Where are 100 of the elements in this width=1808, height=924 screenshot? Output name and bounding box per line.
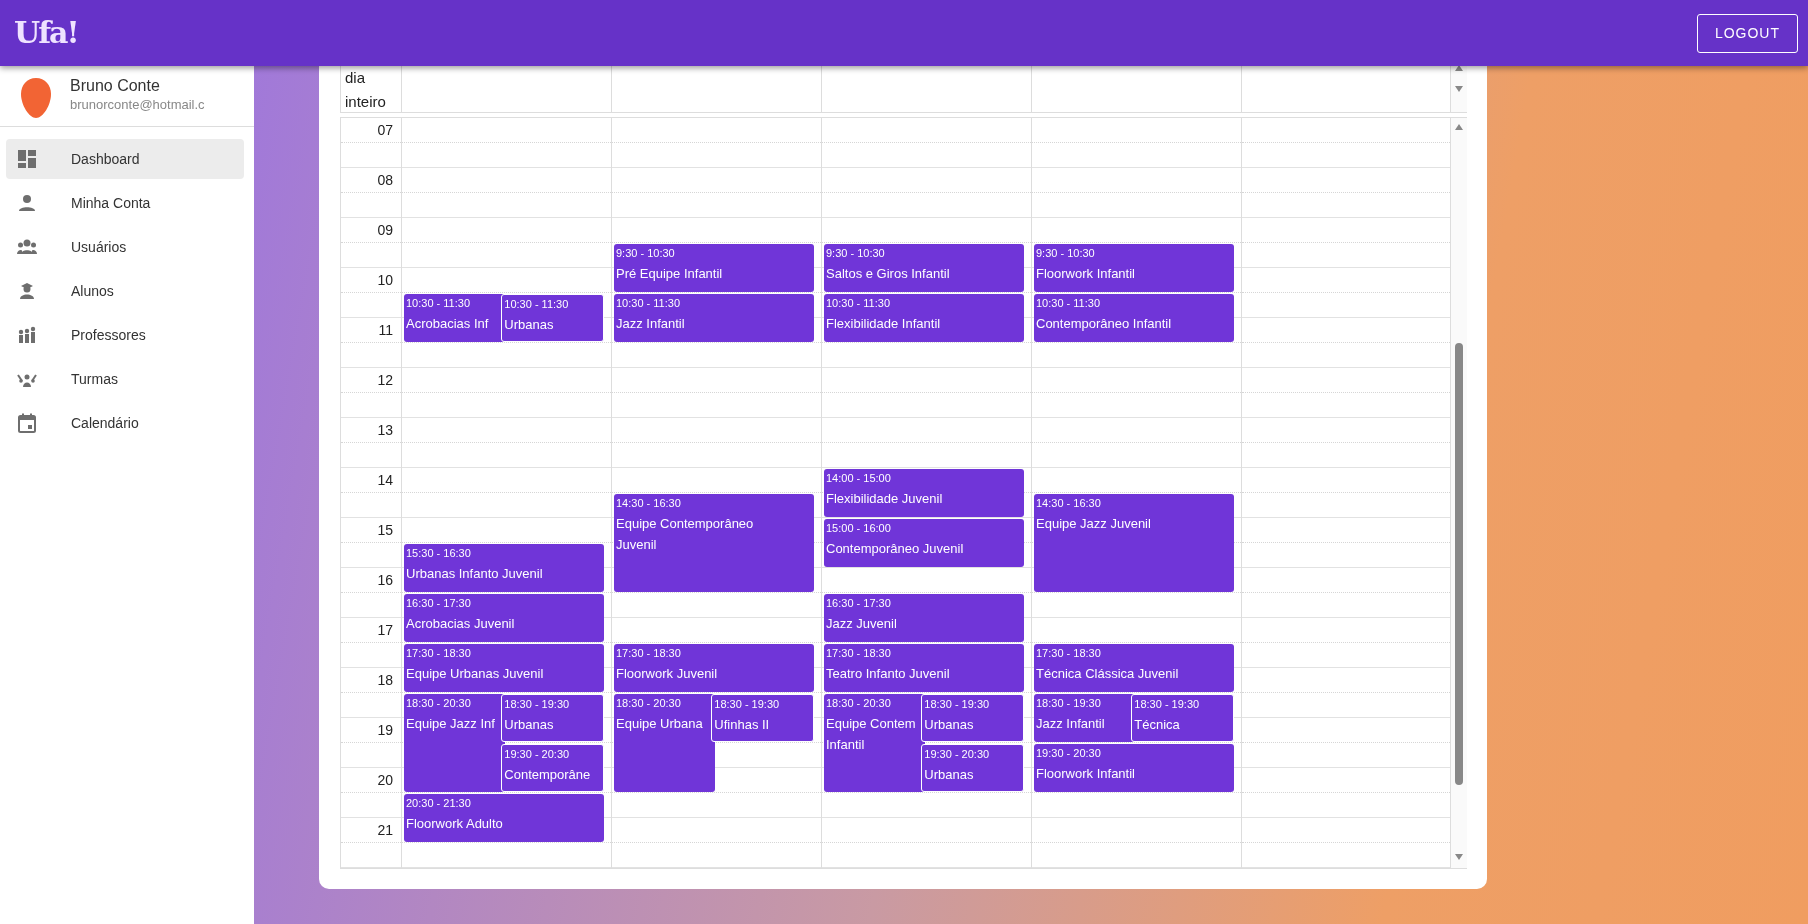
event-time: 18:30 - 20:30 bbox=[616, 696, 682, 711]
event-time: 19:30 - 20:30 bbox=[1036, 746, 1102, 761]
scroll-up-icon[interactable] bbox=[1454, 123, 1464, 131]
scroll-down-icon[interactable] bbox=[1454, 853, 1464, 861]
event-title: Técnica bbox=[1134, 716, 1181, 734]
scroll-down-icon[interactable] bbox=[1454, 85, 1464, 93]
event-time: 18:30 - 19:30 bbox=[714, 697, 781, 712]
calendar-event[interactable]: 20:30 - 21:30 Floorwork Adulto bbox=[404, 794, 604, 842]
event-title: Floorwork Infantil bbox=[1036, 265, 1136, 283]
sidebar-item[interactable]: Alunos bbox=[6, 271, 244, 311]
sidebar-item[interactable]: Usuários bbox=[6, 227, 244, 267]
sidebar-item[interactable]: Minha Conta bbox=[6, 183, 244, 223]
calendar-event[interactable]: 18:30 - 19:30 Jazz Infantil bbox=[1034, 694, 1135, 742]
user-name: Bruno Conte bbox=[70, 76, 161, 96]
calendar-event[interactable]: 14:00 - 15:00 Flexibilidade Juvenil bbox=[824, 469, 1024, 517]
calendar-event[interactable]: 10:30 - 11:30 Flexibilidade Infantil bbox=[824, 294, 1024, 342]
event-time: 15:30 - 16:30 bbox=[406, 546, 472, 561]
calendar-event[interactable]: 17:30 - 18:30 Equipe Urbanas Juvenil bbox=[404, 644, 604, 692]
avatar-icon bbox=[20, 77, 52, 119]
event-time: 16:30 - 17:30 bbox=[826, 596, 892, 611]
logout-button[interactable]: LOGOUT bbox=[1696, 13, 1798, 53]
calendar-event[interactable]: 18:30 - 19:30 Ufinhas II bbox=[711, 694, 814, 742]
event-time: 10:30 - 11:30 bbox=[826, 296, 891, 311]
calendar-event[interactable]: 10:30 - 11:30 Contemporâneo Infantil bbox=[1034, 294, 1234, 342]
event-time: 10:30 - 11:30 bbox=[616, 296, 681, 311]
event-title: Saltos e Giros Infantil bbox=[826, 265, 951, 283]
event-time: 18:30 - 19:30 bbox=[1036, 696, 1102, 711]
hour-label: 14 bbox=[376, 471, 394, 490]
calendar-event[interactable]: 9:30 - 10:30 Pré Equipe Infantil bbox=[614, 244, 814, 292]
event-title: Jazz Juvenil bbox=[826, 615, 898, 633]
event-time: 14:30 - 16:30 bbox=[1036, 496, 1102, 511]
event-title: Equipe Urbana bbox=[616, 715, 704, 733]
event-title: Jazz Infantil bbox=[616, 315, 686, 333]
sidebar-item[interactable]: Calendário bbox=[6, 403, 244, 443]
calendar-event[interactable]: 16:30 - 17:30 Acrobacias Juvenil bbox=[404, 594, 604, 642]
event-title: Flexibilidade Infantil bbox=[826, 315, 942, 333]
event-title: Equipe Urbanas Juvenil bbox=[406, 665, 545, 683]
calendar-event[interactable]: 14:30 - 16:30 Equipe Contemporâneo Juvenil bbox=[614, 494, 814, 592]
event-title: Técnica Clássica Juvenil bbox=[1036, 665, 1180, 683]
scroll-up-icon[interactable] bbox=[1454, 64, 1464, 72]
calendar-event[interactable]: 19:30 - 20:30 Floorwork Infantil bbox=[1034, 744, 1234, 792]
hour-label: 13 bbox=[376, 421, 394, 440]
hour-label: 18 bbox=[376, 671, 394, 690]
calendar-event[interactable]: 18:30 - 19:30 Urbanas bbox=[921, 694, 1024, 742]
event-time: 18:30 - 19:30 bbox=[1134, 697, 1201, 712]
event-time: 10:30 - 11:30 bbox=[504, 297, 570, 312]
event-title: Equipe Jazz Juvenil bbox=[1036, 515, 1152, 533]
calendar-event[interactable]: 10:30 - 11:30 Acrobacias Inf bbox=[404, 294, 505, 342]
event-time: 19:30 - 20:30 bbox=[924, 747, 991, 762]
event-title: Equipe Jazz Inf bbox=[406, 715, 496, 733]
event-time: 16:30 - 17:30 bbox=[406, 596, 472, 611]
calendar-event[interactable]: 18:30 - 20:30 Equipe Contem Infantil bbox=[824, 694, 925, 792]
calendar-icon bbox=[17, 413, 37, 433]
logo[interactable]: Ufa! bbox=[14, 18, 78, 48]
event-title: Urbanas Infanto Juvenil bbox=[406, 565, 544, 583]
event-time: 17:30 - 18:30 bbox=[1036, 646, 1102, 661]
calendar-event[interactable]: 18:30 - 19:30 Técnica bbox=[1131, 694, 1234, 742]
person-icon bbox=[17, 193, 37, 213]
scrollbar-thumb[interactable] bbox=[1455, 343, 1463, 785]
calendar-event[interactable]: 17:30 - 18:30 Floorwork Juvenil bbox=[614, 644, 814, 692]
hour-label: 09 bbox=[376, 221, 394, 240]
calendar-event[interactable]: 15:00 - 16:00 Contemporâneo Juvenil bbox=[824, 519, 1024, 567]
event-time: 18:30 - 20:30 bbox=[826, 696, 892, 711]
sidebar-item[interactable]: Dashboard bbox=[6, 139, 244, 179]
sidebar-item[interactable]: Professores bbox=[6, 315, 244, 355]
sidebar-item[interactable]: Turmas bbox=[6, 359, 244, 399]
calendar-event[interactable]: 14:30 - 16:30 Equipe Jazz Juvenil bbox=[1034, 494, 1234, 592]
event-time: 20:30 - 21:30 bbox=[406, 796, 472, 811]
grid-icon bbox=[17, 149, 37, 169]
event-title: Floorwork Adulto bbox=[406, 815, 504, 833]
hour-label: 12 bbox=[376, 371, 394, 390]
event-time: 10:30 - 11:30 bbox=[1036, 296, 1101, 311]
event-title: Contemporâneo Juvenil bbox=[826, 540, 965, 558]
event-time: 18:30 - 20:30 bbox=[406, 696, 472, 711]
event-title: Floorwork Juvenil bbox=[616, 665, 719, 683]
event-title: Urbanas bbox=[504, 716, 555, 734]
calendar-event[interactable]: 17:30 - 18:30 Teatro Infanto Juvenil bbox=[824, 644, 1024, 692]
calendar-event[interactable]: 9:30 - 10:30 Saltos e Giros Infantil bbox=[824, 244, 1024, 292]
calendar-event[interactable]: 18:30 - 20:30 Equipe Urbana bbox=[614, 694, 715, 792]
hour-label: 20 bbox=[376, 771, 394, 790]
calendar-event[interactable]: 15:30 - 16:30 Urbanas Infanto Juvenil bbox=[404, 544, 604, 592]
group-icon bbox=[17, 237, 37, 257]
calendar-event[interactable]: 17:30 - 18:30 Técnica Clássica Juvenil bbox=[1034, 644, 1234, 692]
event-title: Acrobacias Juvenil bbox=[406, 615, 516, 633]
calendar-event[interactable]: 18:30 - 20:30 Equipe Jazz Inf bbox=[404, 694, 505, 792]
calendar-event[interactable]: 18:30 - 19:30 Urbanas bbox=[501, 694, 604, 742]
event-title: Urbanas bbox=[504, 316, 555, 334]
calendar-event[interactable]: 10:30 - 11:30 Jazz Infantil bbox=[614, 294, 814, 342]
hour-label: 08 bbox=[376, 171, 394, 190]
hour-label: 19 bbox=[376, 721, 394, 740]
calendar-event[interactable]: 16:30 - 17:30 Jazz Juvenil bbox=[824, 594, 1024, 642]
calendar-event[interactable]: 10:30 - 11:30 Urbanas bbox=[501, 294, 604, 342]
calendar-event[interactable]: 19:30 - 20:30 Contemporâne bbox=[501, 744, 604, 792]
event-title: Jazz Infantil bbox=[1036, 715, 1106, 733]
calendar-event[interactable]: 9:30 - 10:30 Floorwork Infantil bbox=[1034, 244, 1234, 292]
calendar-event[interactable]: 19:30 - 20:30 Urbanas bbox=[921, 744, 1024, 792]
event-time: 15:00 - 16:00 bbox=[826, 521, 892, 536]
hour-label: 07 bbox=[376, 121, 394, 140]
hour-label: 11 bbox=[377, 321, 394, 340]
hour-label: 15 bbox=[376, 521, 394, 540]
